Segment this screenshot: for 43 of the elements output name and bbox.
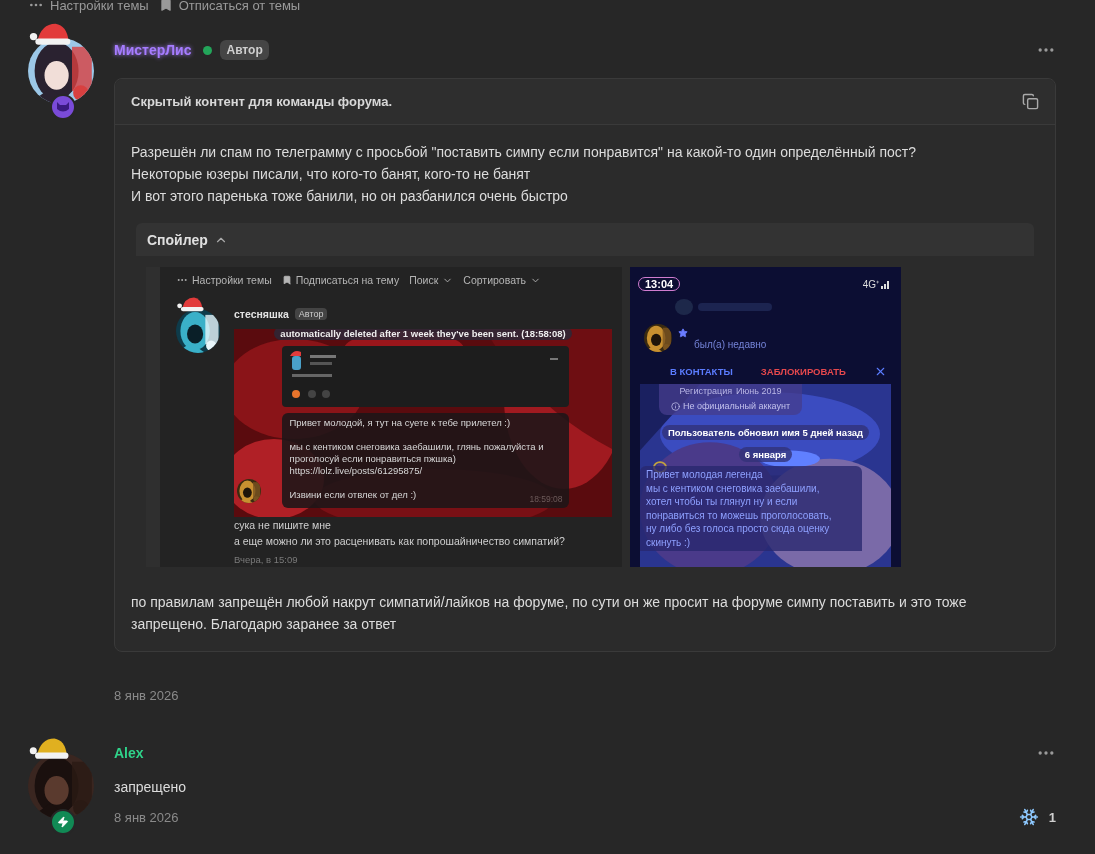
spoiler-toggle[interactable]: Спойлер	[136, 223, 1034, 256]
lightning-badge-icon	[50, 809, 76, 835]
network-label: 4G⁺	[862, 278, 879, 291]
author-name[interactable]: Alex	[114, 745, 144, 761]
signal-icon	[881, 279, 891, 289]
bookmark-icon	[281, 275, 292, 285]
copy-icon[interactable]	[1022, 93, 1039, 110]
date-chip: 6 января	[738, 447, 793, 462]
thread-action-link[interactable]: Настройки темы	[50, 0, 149, 13]
post-text: И вот этого паренька тоже банили, но он разбанился очень быстро	[131, 187, 569, 206]
comment-text: а еще можно ли это расценивать как попрошайничество симпатий?	[234, 534, 566, 549]
post-text: Некоторые юзеры писали, что кого-то банят, кого-то не банят	[131, 165, 532, 184]
message-text: ну либо без голоса просто сюда оценку	[646, 522, 831, 536]
author-name: стесняшка	[234, 308, 289, 320]
service-message: Пользователь обновил имя 5 дней назад	[661, 425, 870, 440]
snowflake-icon[interactable]	[1018, 807, 1039, 827]
account-note: Не официальный аккаунт	[682, 401, 791, 411]
message-text: мы с кентиком снеговика заебашили,	[646, 481, 821, 495]
cat-badge-icon	[50, 94, 76, 120]
info-label: Регистрация	[679, 386, 733, 396]
message-text: скинуть :)	[646, 535, 692, 549]
post-text: Разрешён ли спам по телеграмму с просьбой "поставить симпу если понравится" на какой-то один определённый пост?	[131, 143, 918, 162]
post-date: 8 янв 2026	[114, 688, 179, 703]
author-badge: Автор	[294, 308, 328, 320]
reaction-count: 1	[1048, 809, 1056, 825]
post-date: Вчера, в 15:09	[234, 554, 299, 565]
comment-text: сука не пишите мне	[234, 518, 332, 533]
message-text: хотел чтобы ты глянул ну и если	[646, 495, 799, 509]
thread-action-link[interactable]: Отписаться от темы	[178, 0, 301, 13]
bookmark-icon	[158, 0, 173, 12]
santa-hat-icon	[176, 295, 206, 313]
star-icon	[678, 328, 688, 338]
info-value: Июнь 2019	[736, 386, 782, 396]
post-text: по правилам запрещён любой накрут симпатий/лайков на форуме, по сути он же просит на форуме симпу поставить и это тоже запрещено. Благодарю заранее за ответ	[131, 593, 968, 634]
info-icon	[670, 401, 680, 411]
author-name[interactable]: МистерЛис	[114, 42, 192, 58]
message-text: понравиться то можешь проголосовать,	[646, 508, 833, 522]
post-date: 8 янв 2026	[114, 809, 179, 825]
author-badge: Автор	[220, 40, 269, 60]
post-text: запрещено	[114, 779, 188, 795]
message-text: Привет молодая легенда	[646, 468, 764, 482]
hidden-content-title: Скрытый контент для команды форума.	[131, 94, 393, 109]
user-status: был(а) недавно	[694, 338, 767, 350]
